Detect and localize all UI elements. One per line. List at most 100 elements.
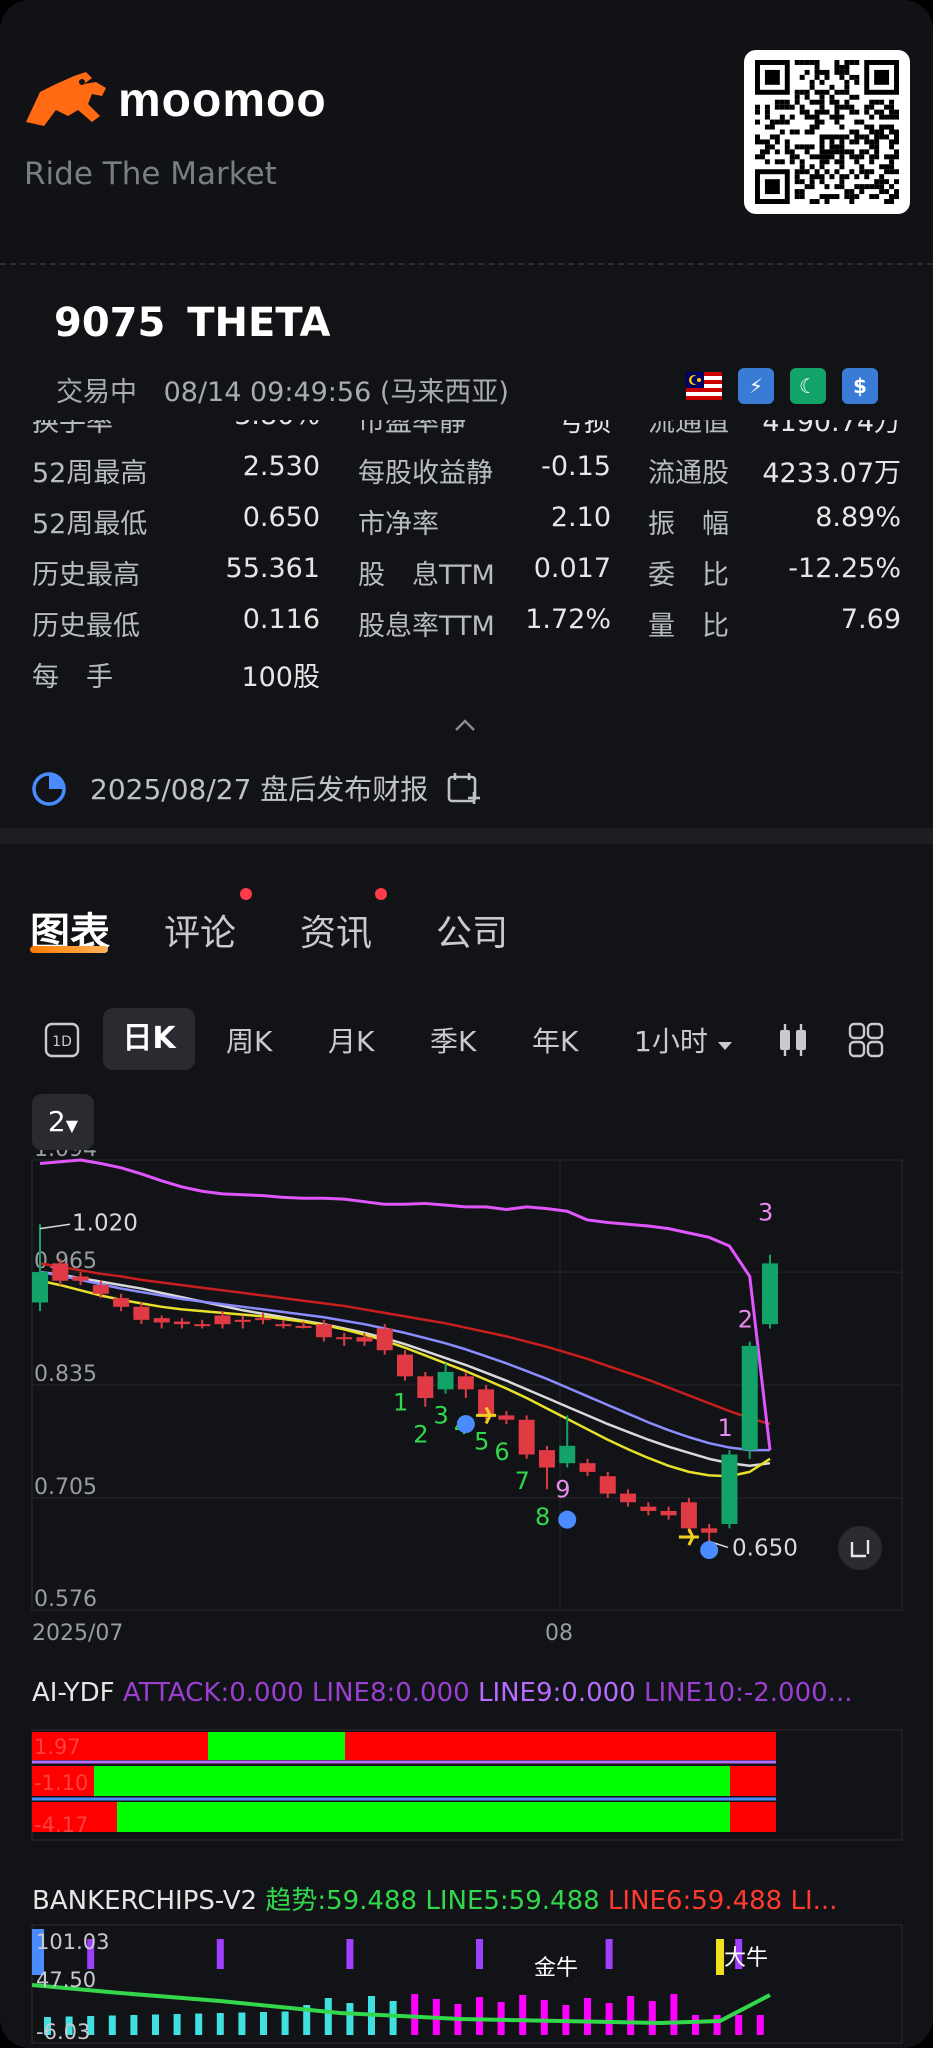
- tab-news[interactable]: 资讯: [300, 904, 372, 956]
- qr-module: [799, 144, 805, 150]
- period-daily[interactable]: 日K: [103, 1008, 195, 1070]
- qr-module: [764, 104, 770, 110]
- qr-module: [814, 64, 820, 70]
- qr-module: [854, 134, 860, 140]
- td-sequence-label: 1: [393, 1389, 408, 1417]
- stat-label: 委 比: [648, 560, 729, 591]
- caret-down-icon: [717, 1042, 732, 1050]
- indicator1-line8: LINE8:0.000: [311, 1678, 470, 1708]
- qr-module: [834, 144, 840, 150]
- qr-module: [834, 149, 840, 155]
- qr-module: [779, 114, 785, 120]
- stat-value: 1.72%: [525, 604, 611, 635]
- qr-module: [814, 199, 820, 204]
- qr-module: [829, 99, 835, 105]
- qr-module: [779, 104, 785, 110]
- qr-module: [804, 60, 810, 65]
- period-yearly[interactable]: 年K: [532, 1020, 578, 1060]
- indicator-panels[interactable]: 1.97 -1.10 -4.17 101.03 47.50 -6.03 金牛 大牛: [0, 1720, 933, 2048]
- qr-module: [879, 134, 885, 140]
- qr-module: [889, 104, 895, 110]
- period-monthly[interactable]: 月K: [328, 1020, 374, 1060]
- indicator1-axis-label: -4.17: [34, 1813, 88, 1837]
- qr-module: [884, 164, 890, 170]
- indicator2-bar: [713, 2015, 721, 2035]
- stat-label: 量 比: [648, 611, 729, 642]
- qr-module: [759, 154, 765, 160]
- indicator2-bar: [130, 2015, 138, 2035]
- period-selector: 1D 日K 周K 月K 季K 年K 1小时: [0, 1008, 933, 1074]
- market-status-line: 交易中 08/14 09:49:56 (马来西亚): [56, 370, 509, 409]
- candle-body: [275, 1324, 292, 1327]
- qr-module: [849, 74, 855, 80]
- candle-body: [437, 1371, 454, 1390]
- grid-layout-icon[interactable]: [848, 1022, 884, 1058]
- candle-body: [518, 1419, 535, 1455]
- qr-module: [849, 129, 855, 135]
- indicator2-bar: [519, 1995, 527, 2035]
- qr-finder: [764, 179, 780, 195]
- qr-module: [839, 69, 845, 75]
- qr-module: [844, 104, 850, 110]
- qr-module: [799, 89, 805, 95]
- qr-module: [839, 139, 845, 145]
- qr-module: [834, 184, 840, 190]
- qr-module: [834, 60, 840, 65]
- indicator1-axis-label: 1.97: [34, 1735, 81, 1759]
- add-calendar-icon[interactable]: [446, 770, 482, 806]
- tab-comments[interactable]: 评论: [164, 904, 236, 956]
- qr-module: [814, 60, 820, 65]
- indicator1-band: [94, 1766, 730, 1796]
- candle-body: [194, 1324, 211, 1327]
- lightning-badge-icon[interactable]: ⚡: [738, 368, 774, 404]
- qr-module: [864, 104, 870, 110]
- stock-title: 9075 THETA: [54, 300, 331, 346]
- qr-module: [879, 129, 885, 135]
- qr-module: [874, 99, 880, 105]
- quote-datetime: 08/14 09:49:56 (马来西亚): [163, 377, 509, 408]
- qr-module: [834, 99, 840, 105]
- chart-layout-select[interactable]: 2▼: [32, 1094, 94, 1150]
- candle-body: [214, 1315, 231, 1325]
- indicator2-axis-label: 101.03: [36, 1930, 109, 1954]
- qr-module: [764, 149, 770, 155]
- indicator2-bar: [195, 2013, 203, 2035]
- td-sequence-label: 7: [515, 1467, 530, 1495]
- moon-badge-icon[interactable]: ☾: [790, 368, 826, 404]
- qr-module: [824, 74, 830, 80]
- period-weekly[interactable]: 周K: [226, 1020, 272, 1060]
- qr-module: [849, 194, 855, 200]
- candle-body: [153, 1318, 170, 1323]
- indicator2-bar: [216, 2013, 224, 2035]
- qr-code[interactable]: [744, 50, 910, 214]
- qr-module: [774, 119, 780, 125]
- qr-module: [774, 104, 780, 110]
- qr-module: [764, 159, 770, 165]
- indicator2-bar: [670, 1994, 678, 2035]
- stat-label: 52周最高: [32, 458, 148, 489]
- candlestick-type-icon[interactable]: [776, 1022, 810, 1058]
- qr-module: [794, 194, 800, 200]
- candle-body: [336, 1337, 353, 1340]
- qr-module: [755, 154, 760, 160]
- collapse-chevron-up-icon[interactable]: [454, 718, 476, 732]
- y-tick-label: 0.576: [34, 1587, 97, 1612]
- earnings-banner[interactable]: 2025/08/27 盘后发布财报: [30, 768, 482, 808]
- one-day-icon[interactable]: 1D: [44, 1022, 80, 1058]
- qr-module: [784, 104, 790, 110]
- tab-company[interactable]: 公司: [436, 904, 508, 956]
- indicator2-bar: [540, 2000, 548, 2035]
- dollar-badge-icon[interactable]: $: [842, 368, 878, 404]
- qr-module: [824, 199, 830, 204]
- period-quarterly[interactable]: 季K: [430, 1020, 476, 1060]
- qr-module: [759, 139, 765, 145]
- qr-module: [829, 94, 835, 100]
- qr-module: [794, 189, 800, 195]
- indicator2-bar: [648, 2001, 656, 2035]
- qr-module: [889, 169, 895, 175]
- qr-module: [799, 179, 805, 185]
- qr-module: [779, 99, 785, 105]
- qr-module: [769, 134, 775, 140]
- qr-module: [869, 129, 875, 135]
- period-intraday-dropdown[interactable]: 1小时: [634, 1020, 733, 1060]
